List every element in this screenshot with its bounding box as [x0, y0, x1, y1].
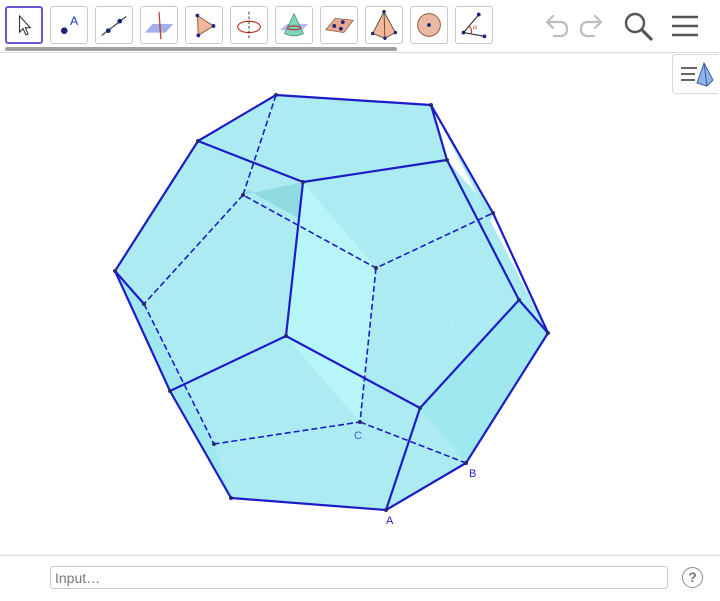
graphics-view-3d[interactable]: A B C: [0, 53, 720, 555]
move-tool-button[interactable]: [5, 6, 43, 44]
main-menu-button[interactable]: [667, 8, 703, 44]
dodecahedron-drawing[interactable]: A B C: [0, 53, 720, 555]
plane-through-points-tool-button[interactable]: [320, 6, 358, 44]
point-icon: A: [60, 14, 79, 34]
undo-button[interactable]: [538, 8, 574, 44]
toolbar: A α: [0, 0, 720, 52]
style-bar-toggle-button[interactable]: [672, 54, 718, 94]
polygon-tool-button[interactable]: [185, 6, 223, 44]
toolbar-scrollbar[interactable]: [5, 47, 397, 51]
point-label-a[interactable]: A: [386, 515, 394, 527]
pyramid-icon: [370, 10, 398, 40]
algebra-input-field[interactable]: [50, 566, 668, 589]
angle-tool-label: α: [473, 22, 477, 31]
move-icon: [18, 14, 32, 36]
sphere-tool-button[interactable]: [410, 6, 448, 44]
angle-tool-button[interactable]: α: [455, 6, 493, 44]
perpendicular-line-icon: [144, 11, 174, 40]
point-label-c[interactable]: C: [354, 430, 362, 442]
circle-axis-tool-button[interactable]: [230, 6, 268, 44]
input-help-button[interactable]: ?: [682, 567, 703, 588]
redo-icon: [579, 14, 603, 38]
input-bar: ?: [0, 555, 720, 601]
undo-icon: [545, 14, 569, 38]
style-bar-icon: [681, 61, 714, 87]
sphere-icon: [417, 13, 441, 37]
intersect-surfaces-tool-button[interactable]: [275, 6, 313, 44]
point-tool-button[interactable]: A: [50, 6, 88, 44]
search-button[interactable]: [620, 8, 656, 44]
point-tool-label: A: [70, 14, 79, 28]
polygon-icon: [195, 13, 216, 38]
angle-icon: α: [461, 12, 487, 39]
point-label-b[interactable]: B: [469, 468, 476, 480]
plane-through-points-icon: [325, 17, 354, 33]
menu-icon: [672, 15, 698, 37]
circle-axis-icon: [237, 11, 261, 40]
perpendicular-line-tool-button[interactable]: [140, 6, 178, 44]
pyramid-tool-button[interactable]: [365, 6, 403, 44]
intersect-surfaces-icon: [279, 12, 309, 37]
search-icon: [624, 12, 653, 41]
line-tool-button[interactable]: [95, 6, 133, 44]
redo-button[interactable]: [574, 8, 610, 44]
line-icon: [101, 16, 127, 36]
